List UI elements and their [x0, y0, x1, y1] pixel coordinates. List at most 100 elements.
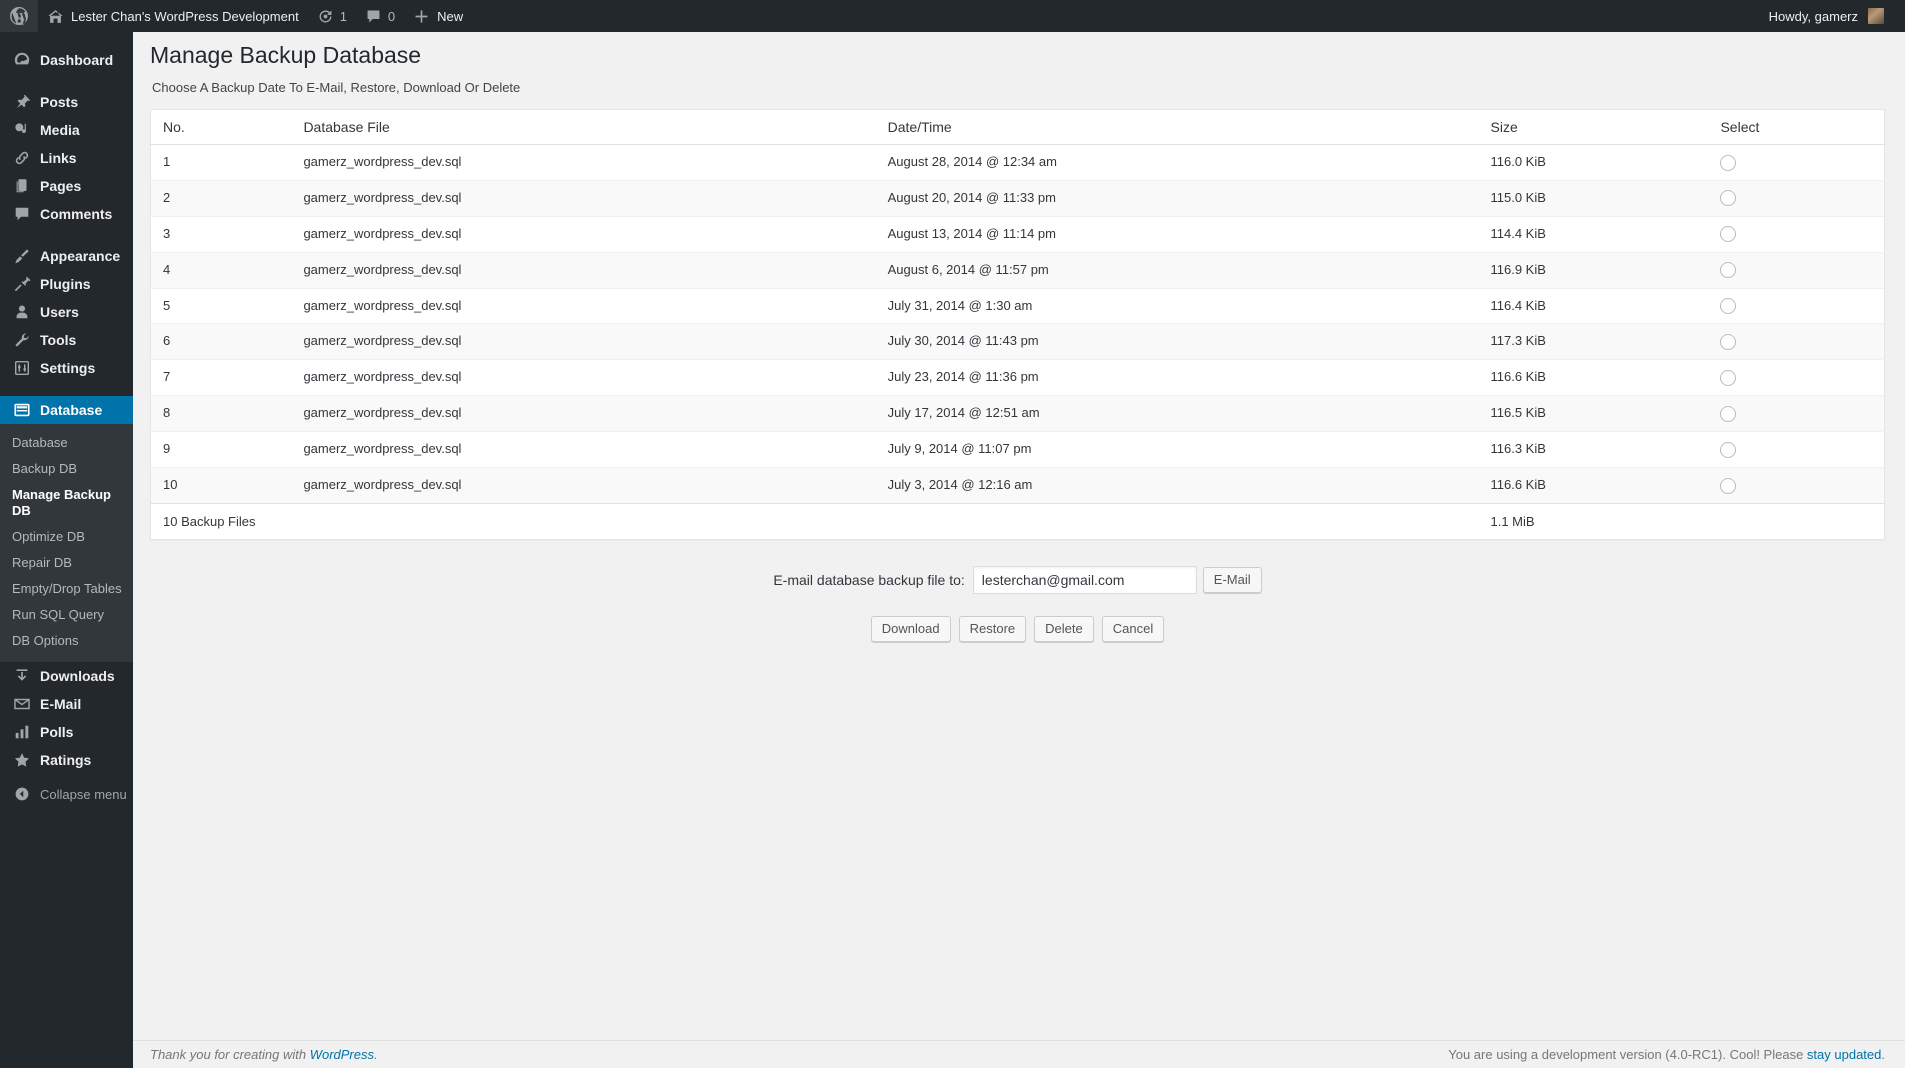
media-icon — [12, 120, 32, 140]
menu-separator-3 — [0, 382, 133, 396]
cell-size: 116.3 KiB — [1480, 431, 1711, 468]
collapse-menu-button[interactable]: Collapse menu — [0, 780, 133, 808]
submenu-item-run-sql-query[interactable]: Run SQL Query — [0, 602, 133, 628]
sidebar-item-pages[interactable]: Pages — [0, 172, 133, 200]
sidebar-item-label: Database — [40, 402, 103, 418]
submenu-item-repair-db[interactable]: Repair DB — [0, 550, 133, 576]
my-account-menu[interactable]: Howdy, gamerz — [1746, 0, 1905, 32]
delete-button[interactable]: Delete — [1034, 615, 1094, 642]
new-content-menu[interactable]: New — [404, 0, 472, 32]
table-row: 8 gamerz_wordpress_dev.sql July 17, 2014 @… — [150, 395, 1885, 432]
backup-select-radio[interactable] — [1720, 441, 1737, 458]
backup-select-radio[interactable] — [1720, 298, 1737, 315]
submenu-item-database[interactable]: Database — [0, 430, 133, 456]
sidebar-item-posts[interactable]: Posts — [0, 88, 133, 116]
sidebar-item-dashboard[interactable]: Dashboard — [0, 46, 133, 74]
email-input[interactable] — [972, 565, 1197, 594]
footer-right-suffix: . — [1881, 1047, 1885, 1062]
download-button[interactable]: Download — [870, 615, 951, 642]
submenu-item-manage-backup-db[interactable]: Manage Backup DB — [0, 482, 133, 524]
updates-menu[interactable]: 1 — [308, 0, 356, 32]
sidebar-item-label: E-Mail — [40, 696, 82, 712]
sidebar-item-database[interactable]: Database — [0, 396, 141, 424]
backup-select-radio[interactable] — [1720, 154, 1737, 171]
cell-database-file: gamerz_wordpress_dev.sql — [293, 395, 878, 432]
sidebar-item-downloads[interactable]: Downloads — [0, 662, 133, 690]
menu-separator-1 — [0, 74, 133, 88]
email-button[interactable]: E-Mail — [1202, 566, 1262, 593]
restore-button[interactable]: Restore — [958, 615, 1027, 642]
email-label: E-mail database backup file to: — [773, 571, 965, 588]
cell-datetime: July 9, 2014 @ 11:07 pm — [877, 431, 1481, 468]
sidebar-item-polls[interactable]: Polls — [0, 718, 133, 746]
submenu-item-optimize-db[interactable]: Optimize DB — [0, 524, 133, 550]
cell-select — [1710, 215, 1885, 253]
cell-size: 117.3 KiB — [1480, 323, 1711, 360]
backup-actions-form: E-mail database backup file to: E-Mail D… — [150, 565, 1885, 642]
settings-icon — [12, 358, 32, 378]
update-icon — [317, 8, 334, 25]
table-row: 4 gamerz_wordpress_dev.sql August 6, 2014 … — [150, 251, 1885, 289]
sidebar-item-comments[interactable]: Comments — [0, 200, 133, 228]
sidebar-item-users[interactable]: Users — [0, 298, 133, 326]
backup-select-radio[interactable] — [1720, 262, 1737, 279]
updates-count: 1 — [339, 8, 347, 24]
sidebar-item-tools[interactable]: Tools — [0, 326, 133, 354]
cell-database-file: gamerz_wordpress_dev.sql — [293, 359, 878, 396]
table-row: 10 gamerz_wordpress_dev.sql July 3, 2014 @… — [150, 467, 1885, 504]
sidebar-item-links[interactable]: Links — [0, 144, 133, 172]
collapse-menu-label: Collapse menu — [40, 786, 127, 802]
sidebar-item-appearance[interactable]: Appearance — [0, 242, 133, 270]
cell-no: 7 — [150, 359, 294, 396]
cell-database-file: gamerz_wordpress_dev.sql — [293, 323, 878, 360]
home-icon — [47, 8, 64, 25]
cell-no: 4 — [150, 251, 294, 289]
sidebar-item-ratings[interactable]: Ratings — [0, 746, 133, 774]
database-submenu: Database Backup DB Manage Backup DB Opti… — [0, 424, 133, 662]
backup-select-radio[interactable] — [1720, 477, 1737, 494]
backup-select-radio[interactable] — [1720, 369, 1737, 386]
stay-updated-link[interactable]: stay updated — [1807, 1047, 1881, 1062]
backup-select-radio[interactable] — [1720, 226, 1737, 243]
sidebar-item-label: Posts — [40, 94, 79, 110]
wp-logo-menu[interactable] — [0, 0, 38, 32]
sidebar-item-media[interactable]: Media — [0, 116, 133, 144]
wordpress-logo-icon — [9, 6, 29, 26]
column-header-select: Select — [1710, 109, 1885, 145]
sidebar-item-label: Tools — [40, 332, 77, 348]
submenu-item-db-options[interactable]: DB Options — [0, 628, 133, 654]
cancel-button[interactable]: Cancel — [1101, 615, 1165, 642]
admin-sidebar-menu: Dashboard Posts Media Links Pages Commen… — [0, 32, 141, 1068]
sidebar-item-label: Downloads — [40, 668, 115, 684]
action-buttons-row: Download Restore Delete Cancel — [150, 615, 1885, 642]
sidebar-item-label: Pages — [40, 178, 82, 194]
backup-select-radio[interactable] — [1720, 190, 1737, 207]
sidebar-item-label: Users — [40, 304, 79, 320]
cell-no: 5 — [150, 287, 294, 324]
table-row: 3 gamerz_wordpress_dev.sql August 13, 2014… — [150, 215, 1885, 253]
wordpress-link[interactable]: WordPress — [310, 1047, 374, 1062]
cell-datetime: July 30, 2014 @ 11:43 pm — [877, 323, 1481, 360]
cell-size: 116.0 KiB — [1480, 144, 1711, 181]
dashboard-icon — [12, 50, 32, 70]
backup-select-radio[interactable] — [1720, 334, 1737, 351]
cell-select — [1710, 323, 1885, 360]
site-name-menu[interactable]: Lester Chan's WordPress Development — [38, 0, 308, 32]
sidebar-item-settings[interactable]: Settings — [0, 354, 133, 382]
table-row: 5 gamerz_wordpress_dev.sql July 31, 2014 @… — [150, 287, 1885, 324]
footer-left-text: Thank you for creating with — [150, 1047, 310, 1062]
wrench-icon — [12, 330, 32, 350]
submenu-item-backup-db[interactable]: Backup DB — [0, 456, 133, 482]
sidebar-item-label: Ratings — [40, 752, 92, 768]
backup-select-radio[interactable] — [1720, 405, 1737, 422]
sidebar-item-email[interactable]: E-Mail — [0, 690, 133, 718]
cell-no: 10 — [150, 467, 294, 504]
column-header-file: Database File — [293, 109, 878, 145]
submenu-item-empty-drop-tables[interactable]: Empty/Drop Tables — [0, 576, 133, 602]
sidebar-item-plugins[interactable]: Plugins — [0, 270, 133, 298]
comments-menu[interactable]: 0 — [356, 0, 404, 32]
table-body: 1 gamerz_wordpress_dev.sql August 28, 2014… — [150, 144, 1885, 504]
user-icon — [12, 302, 32, 322]
download-icon — [12, 666, 32, 686]
footer-left-suffix: . — [374, 1047, 378, 1062]
